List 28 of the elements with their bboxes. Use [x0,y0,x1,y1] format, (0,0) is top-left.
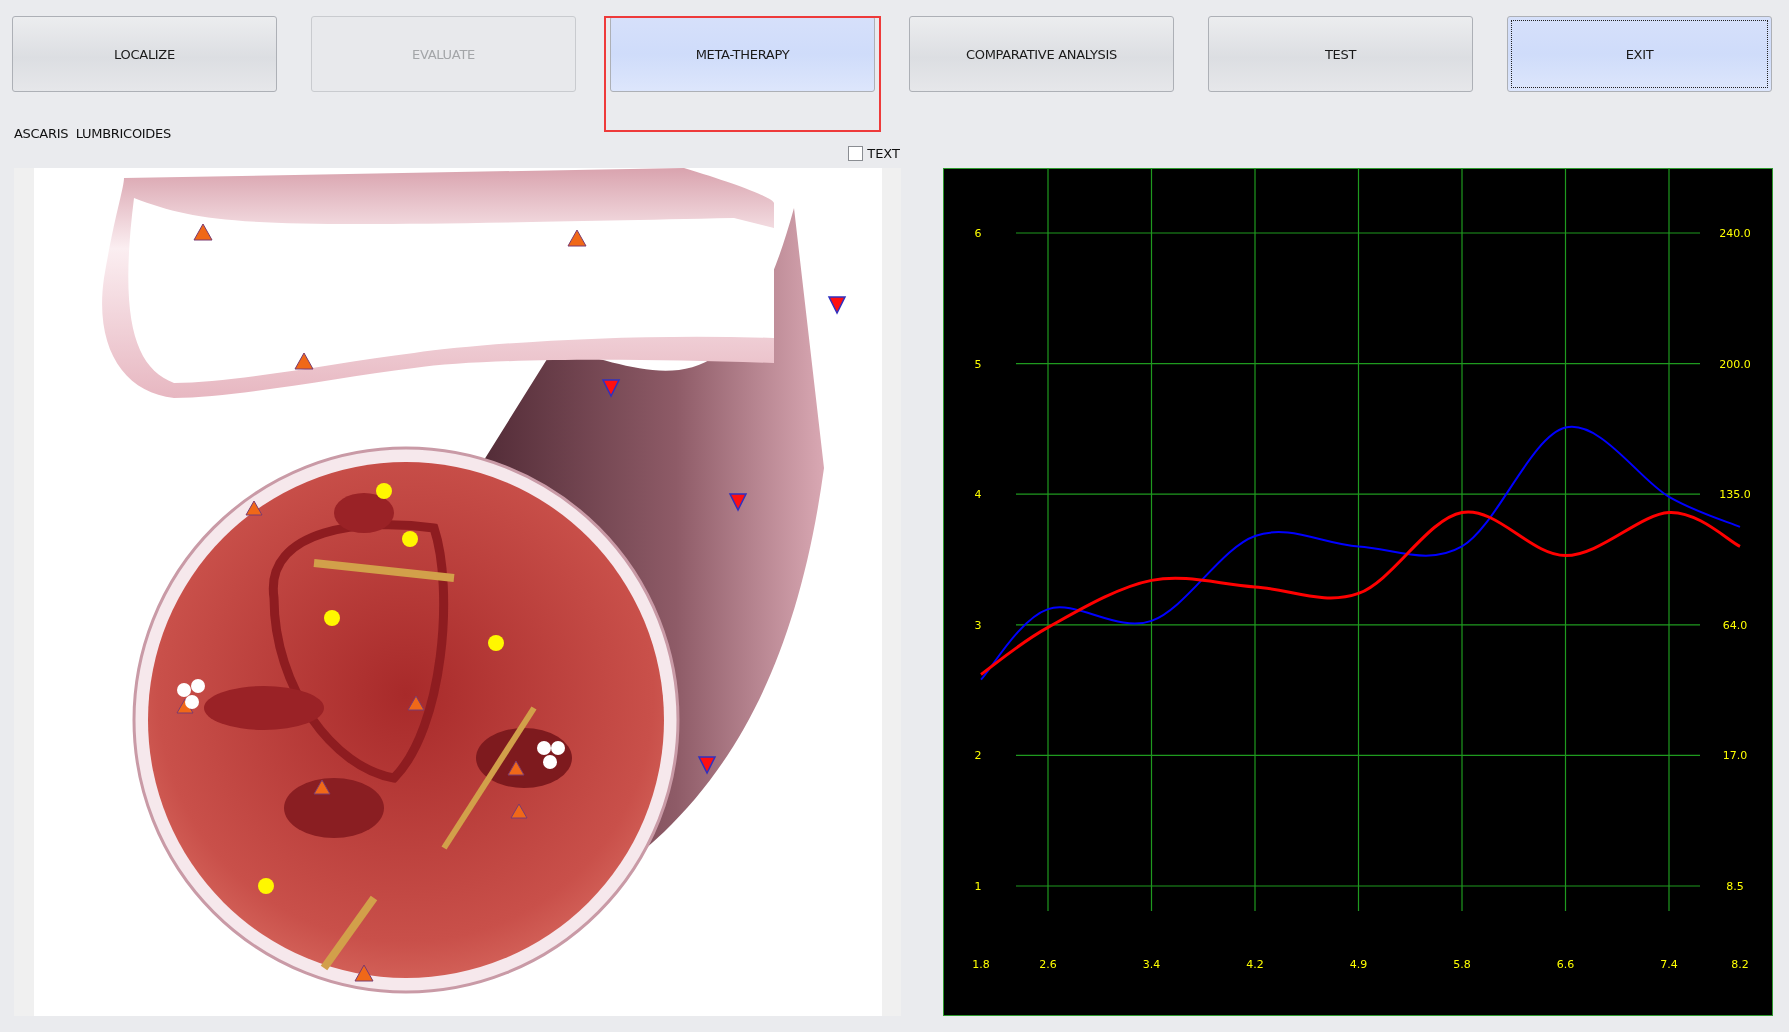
toolbar-button[interactable]: COMPARATIVE ANALYSIS [909,16,1174,92]
axis-tick-label: 4.2 [1246,958,1264,971]
toolbar-button[interactable]: META-THERAPY [610,16,875,92]
axis-tick-label: 1.8 [972,958,990,971]
axis-tick-label: 3 [974,618,982,632]
axis-tick-label: 5 [974,357,982,371]
axis-tick-label: 64.0 [1722,618,1748,632]
axis-tick-label: 2 [974,749,982,763]
axis-tick-label: 4 [974,488,982,502]
toolbar-button[interactable]: TEST [1208,16,1473,92]
axis-tick-label: 2.6 [1039,958,1057,971]
axis-tick-label: 4.9 [1349,958,1368,971]
axis-tick-label: 17.0 [1722,749,1748,763]
axis-tick-label: 1 [974,880,982,893]
toolbar-button[interactable]: LOCALIZE [12,16,277,92]
organism-label: ASCARIS LUMBRICOIDES [14,126,171,141]
axis-tick-label: 6.6 [1556,958,1575,971]
axis-tick-label: 200.0 [1719,357,1751,371]
axis-tick-label: 8.2 [1731,958,1749,971]
toolbar-button[interactable]: EXIT [1507,16,1772,92]
axis-tick-label: 5.8 [1453,958,1471,971]
text-checkbox[interactable]: TEXT [848,146,900,161]
axis-tick-label: 6 [974,227,982,240]
axis-tick-label: 135.0 [1719,488,1751,502]
axis-tick-label: 3.4 [1142,958,1161,971]
axis-tick-label: 240.0 [1719,227,1751,240]
axis-tick-label: 8.5 [1726,880,1744,893]
axis-tick-label: 7.4 [1660,958,1678,971]
